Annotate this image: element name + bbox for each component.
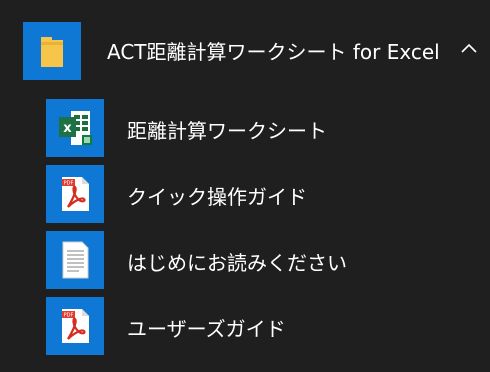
svg-text:x: x: [63, 121, 72, 136]
app-item-users-guide[interactable]: PDF ユーザーズガイド: [0, 293, 490, 359]
pdf-icon: PDF: [62, 309, 89, 343]
folder-icon: [41, 37, 63, 67]
app-item-label: 距離計算ワークシート: [127, 119, 327, 143]
excel-tile: x: [46, 99, 104, 157]
svg-text:PDF: PDF: [64, 181, 74, 187]
app-item-label: ユーザーズガイド: [127, 317, 286, 341]
app-item-quick-guide[interactable]: PDF クイック操作ガイド: [0, 161, 490, 227]
chevron-up-icon[interactable]: [455, 36, 483, 60]
text-document-icon: [62, 241, 89, 279]
pdf-tile: PDF: [46, 165, 104, 223]
app-item-readme[interactable]: はじめにお読みください: [0, 227, 490, 293]
excel-icon: x: [59, 111, 92, 145]
start-menu-app-group: ACT距離計算ワークシート for Excel x 距離計算ワークシート PDF…: [0, 0, 490, 372]
app-item-label: クイック操作ガイド: [127, 185, 307, 209]
text-document-tile: [46, 231, 104, 289]
app-item-distance-worksheet[interactable]: x 距離計算ワークシート: [0, 95, 490, 161]
pdf-tile: PDF: [46, 297, 104, 355]
app-item-label: はじめにお読みください: [127, 251, 347, 275]
app-group-header[interactable]: ACT距離計算ワークシート for Excel: [0, 0, 490, 95]
pdf-icon: PDF: [62, 177, 89, 211]
app-group-title: ACT距離計算ワークシート for Excel: [107, 40, 440, 64]
svg-text:PDF: PDF: [64, 313, 74, 319]
folder-tile: [23, 22, 81, 80]
